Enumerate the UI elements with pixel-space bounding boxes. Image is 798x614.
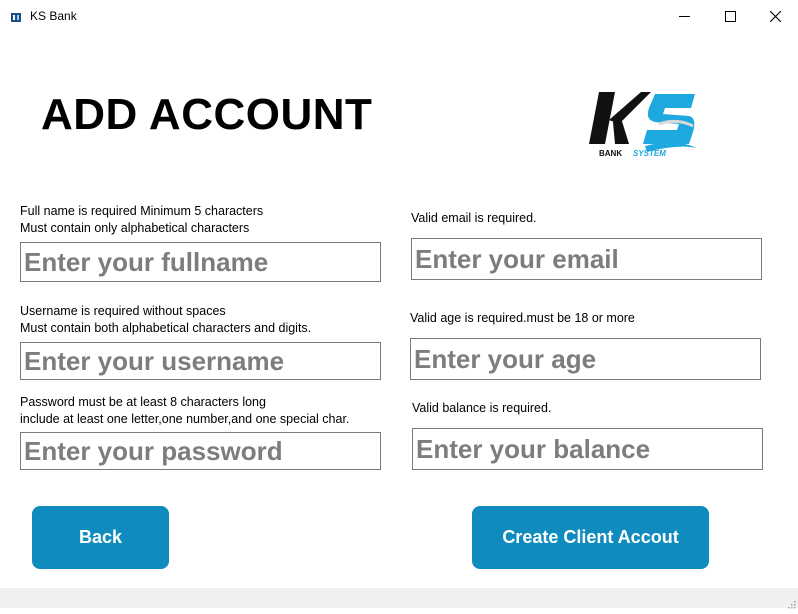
fullname-hint-line2: Must contain only alphabetical character… <box>20 221 250 235</box>
minimize-icon <box>679 16 690 17</box>
fullname-hint-line1: Full name is required Minimum 5 characte… <box>20 204 264 218</box>
balance-hint-line1: Valid balance is required. <box>412 401 552 415</box>
bank-app-icon <box>11 10 21 22</box>
username-hint-line1: Username is required without spaces <box>20 304 226 318</box>
fullname-input[interactable] <box>20 242 381 282</box>
balance-input[interactable] <box>412 428 763 470</box>
ks-bank-logo: BANK SYSTEM <box>585 88 703 162</box>
username-input[interactable] <box>20 342 381 380</box>
age-hint: Valid age is required.must be 18 or more <box>410 310 635 327</box>
status-strip <box>0 588 798 609</box>
balance-hint: Valid balance is required. <box>412 400 551 417</box>
maximize-icon <box>725 11 736 22</box>
close-button[interactable] <box>752 0 798 32</box>
email-hint-line1: Valid email is required. <box>411 211 537 225</box>
close-icon <box>770 11 781 22</box>
app-window: KS Bank ADD ACCOUNT BANK SYSTEM Full nam… <box>0 0 798 609</box>
minimize-button[interactable] <box>661 0 707 32</box>
password-hint-line1: Password must be at least 8 characters l… <box>20 395 266 409</box>
page-title: ADD ACCOUNT <box>41 90 373 139</box>
resize-grip-icon[interactable] <box>786 596 796 609</box>
window-title: KS Bank <box>30 9 77 23</box>
email-input[interactable] <box>411 238 762 280</box>
logo-text-bank: BANK <box>599 149 622 158</box>
age-hint-line1: Valid age is required.must be 18 or more <box>410 311 635 325</box>
maximize-button[interactable] <box>707 0 753 32</box>
back-button-label: Back <box>78 527 123 547</box>
fullname-hint: Full name is required Minimum 5 characte… <box>20 203 263 237</box>
username-hint: Username is required without spaces Must… <box>20 303 311 337</box>
password-input[interactable] <box>20 432 381 470</box>
email-hint: Valid email is required. <box>411 210 537 227</box>
username-hint-line2: Must contain both alphabetical character… <box>20 321 312 335</box>
age-input[interactable] <box>410 338 761 380</box>
create-client-account-button[interactable]: Create Client Accout <box>472 506 709 569</box>
password-hint: Password must be at least 8 characters l… <box>20 394 349 428</box>
title-bar: KS Bank <box>0 0 798 32</box>
back-button[interactable]: Back <box>32 506 169 569</box>
password-hint-line2: include at least one letter,one number,a… <box>20 412 350 426</box>
logo-text-system: SYSTEM <box>633 149 666 158</box>
create-button-label: Create Client Accout <box>502 527 679 547</box>
